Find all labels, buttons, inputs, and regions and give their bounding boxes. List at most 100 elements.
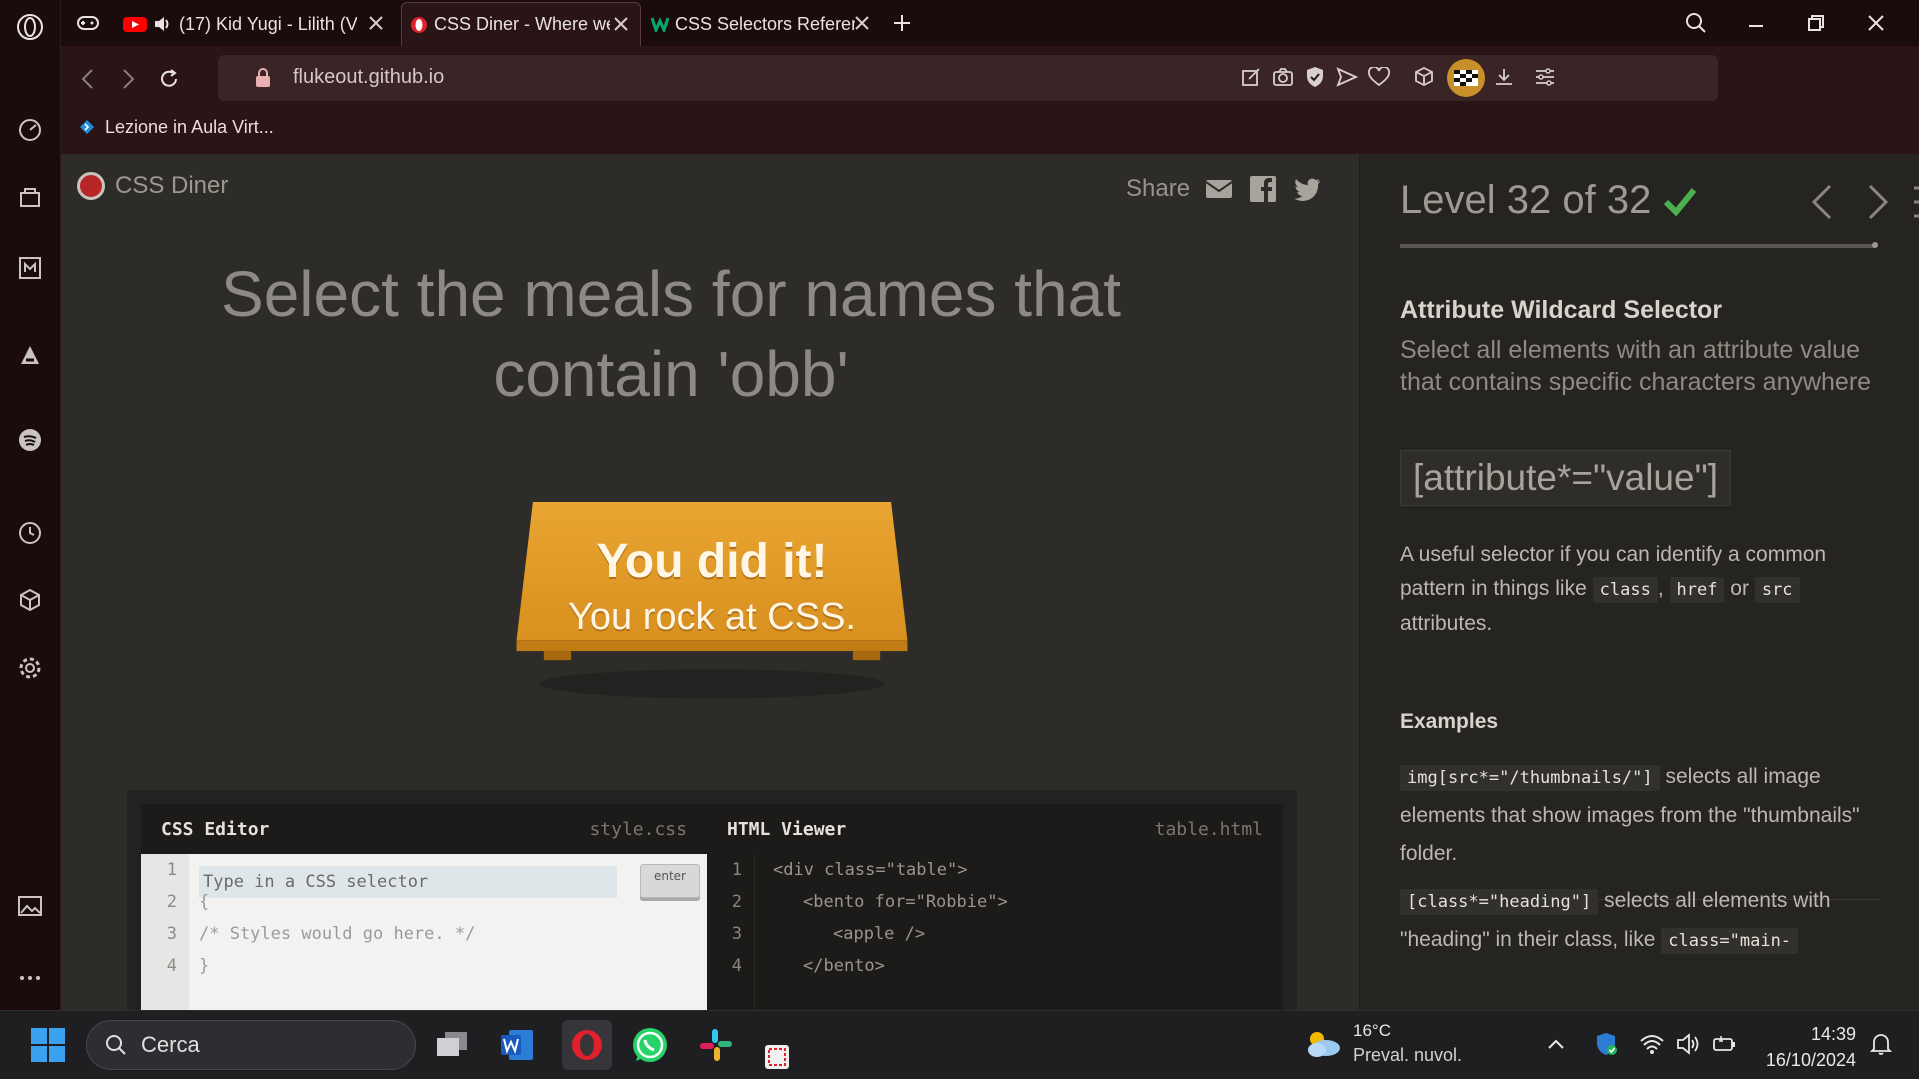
weather-widget[interactable]: 16°C Preval. nuvol. (1303, 1019, 1462, 1067)
tab-youtube[interactable]: (17) Kid Yugi - Lilith (Vis (123, 2, 395, 46)
markup-line[interactable]: </bento> (773, 950, 1283, 982)
youtube-icon (123, 17, 147, 32)
bookmark-item[interactable]: Lezione in Aula Virt... (79, 114, 274, 140)
line-number: 3 (166, 924, 177, 944)
example-item: img[src*="/thumbnails/"] selects all ima… (1400, 758, 1880, 873)
tab-css-diner[interactable]: CSS Diner - Where we feast (401, 2, 641, 46)
aria-icon[interactable] (15, 340, 45, 370)
email-share-icon[interactable] (1204, 174, 1234, 204)
heart-icon[interactable] (1366, 64, 1392, 90)
word-icon[interactable] (495, 1023, 539, 1067)
html-file-name: table.html (1154, 818, 1263, 840)
close-tab-icon[interactable] (612, 15, 630, 33)
address-bar-area: flukeout.github.io Lezione in Aula Virt.… (61, 46, 1919, 154)
snipping-tool-icon[interactable] (755, 1037, 799, 1077)
line-number: 4 (731, 956, 742, 976)
slack-icon[interactable] (694, 1023, 738, 1067)
chevron-up-icon[interactable] (1543, 1031, 1569, 1057)
line-number: 1 (731, 860, 742, 880)
html-code-lines: <div class="table"> <bento for="Robbie">… (773, 854, 1283, 1010)
tab-search-icon[interactable] (1681, 8, 1711, 38)
web-page: CSS Diner Share Select the meals for nam… (61, 154, 1919, 1010)
taskbar: Cerca 16°C Preval. nuvol. 14:39 16/10/20… (0, 1010, 1919, 1079)
tab-title: (17) Kid Yugi - Lilith (Vis (179, 13, 357, 34)
level-progress-bar (1400, 242, 1878, 248)
speed-dial-icon[interactable] (15, 115, 45, 145)
gamepad-icon[interactable] (73, 8, 103, 38)
minimize-icon[interactable] (1741, 8, 1771, 38)
tab-title: CSS Diner - Where we feast (434, 14, 610, 34)
lock-icon (256, 68, 270, 87)
example-code: class="main- (1661, 928, 1799, 954)
easy-setup-icon[interactable] (1532, 64, 1558, 90)
task-view-icon[interactable] (430, 1023, 474, 1067)
workspaces-icon[interactable] (15, 182, 45, 212)
send-icon[interactable] (1334, 64, 1360, 90)
facebook-share-icon[interactable] (1248, 174, 1278, 204)
markup-line[interactable]: <apple /> (773, 918, 1283, 950)
code-line: /* Styles would go here. */ (199, 924, 476, 944)
start-icon[interactable] (26, 1023, 70, 1067)
css-editor: CSS Editor style.css 1 2 3 4 Type in a C… (141, 804, 707, 1010)
mail-app-icon[interactable] (15, 253, 45, 283)
opera-taskbar-icon[interactable] (562, 1020, 612, 1070)
level-sidebar: Level 32 of 32 Attribute Wildcard Select… (1359, 154, 1919, 1010)
volume-icon[interactable] (1675, 1031, 1701, 1057)
twitter-share-icon[interactable] (1292, 174, 1322, 204)
defender-shield-icon[interactable] (1593, 1031, 1619, 1057)
restore-icon[interactable] (1801, 8, 1831, 38)
snapshot-icon[interactable] (1270, 64, 1296, 90)
back-icon[interactable] (73, 64, 103, 94)
settings-icon[interactable] (15, 653, 45, 683)
previous-level-icon[interactable] (1806, 182, 1840, 222)
extensions-icon[interactable] (15, 585, 45, 615)
dining-table: You did it! You rock at CSS. (497, 502, 927, 722)
gallery-icon[interactable] (15, 891, 45, 921)
adblock-shield-icon[interactable] (1302, 64, 1328, 90)
whatsapp-icon[interactable] (628, 1023, 672, 1067)
notification-bell-icon[interactable] (1868, 1031, 1894, 1057)
next-level-icon[interactable] (1860, 182, 1894, 222)
tab-w3schools[interactable]: CSS Selectors Reference (651, 2, 881, 46)
markup-line[interactable]: <div class="table"> (773, 854, 1283, 886)
edit-page-icon[interactable] (1238, 64, 1264, 90)
enter-button[interactable]: enter (640, 864, 700, 898)
logo-plate-icon (77, 172, 105, 200)
game-area: CSS Diner Share Select the meals for nam… (61, 154, 1359, 1010)
close-window-icon[interactable] (1861, 8, 1891, 38)
forward-icon[interactable] (113, 64, 143, 94)
line-number: 1 (166, 860, 177, 880)
html-line-numbers: 1 2 3 4 (707, 854, 755, 1010)
reload-icon[interactable] (154, 64, 184, 94)
profile-avatar[interactable] (1446, 58, 1486, 98)
clock-date: 16/10/2024 (1765, 1050, 1856, 1070)
battery-icon[interactable] (1711, 1031, 1737, 1057)
close-tab-icon[interactable] (367, 14, 385, 32)
share-bar: Share (1126, 174, 1322, 204)
css-code-area: 1 2 3 4 { /* Styles would go here. */ } (141, 854, 707, 1010)
wifi-icon[interactable] (1639, 1031, 1665, 1057)
opera-menu-icon[interactable] (15, 12, 45, 42)
markup-line[interactable]: <bento for="Robbie"> (773, 886, 1283, 918)
html-viewer-header: HTML Viewer table.html (707, 804, 1283, 854)
level-menu-icon[interactable] (1912, 182, 1919, 222)
html-viewer-title: HTML Viewer (727, 818, 847, 840)
download-icon[interactable] (1491, 64, 1517, 90)
taskbar-search[interactable]: Cerca (86, 1020, 416, 1070)
more-icon[interactable] (15, 963, 45, 993)
weather-temp: 16°C (1353, 1021, 1391, 1040)
hint-code: class (1592, 577, 1658, 603)
close-tab-icon[interactable] (853, 14, 871, 32)
speaker-icon[interactable] (153, 15, 171, 33)
spotify-icon[interactable] (15, 425, 45, 455)
new-tab-icon[interactable] (887, 8, 917, 38)
extensions-box-icon[interactable] (1411, 64, 1437, 90)
site-logo[interactable]: CSS Diner (77, 172, 228, 200)
history-icon[interactable] (15, 518, 45, 548)
selector-name: Attribute Wildcard Selector (1400, 296, 1723, 324)
system-clock[interactable]: 14:39 16/10/2024 (1760, 1021, 1856, 1073)
cloudy-weather-icon (1308, 1032, 1340, 1057)
html-viewer: HTML Viewer table.html 1 2 3 4 <div clas… (707, 804, 1283, 1010)
win-subtitle: You rock at CSS. (568, 596, 856, 638)
search-placeholder: Cerca (141, 1032, 200, 1057)
